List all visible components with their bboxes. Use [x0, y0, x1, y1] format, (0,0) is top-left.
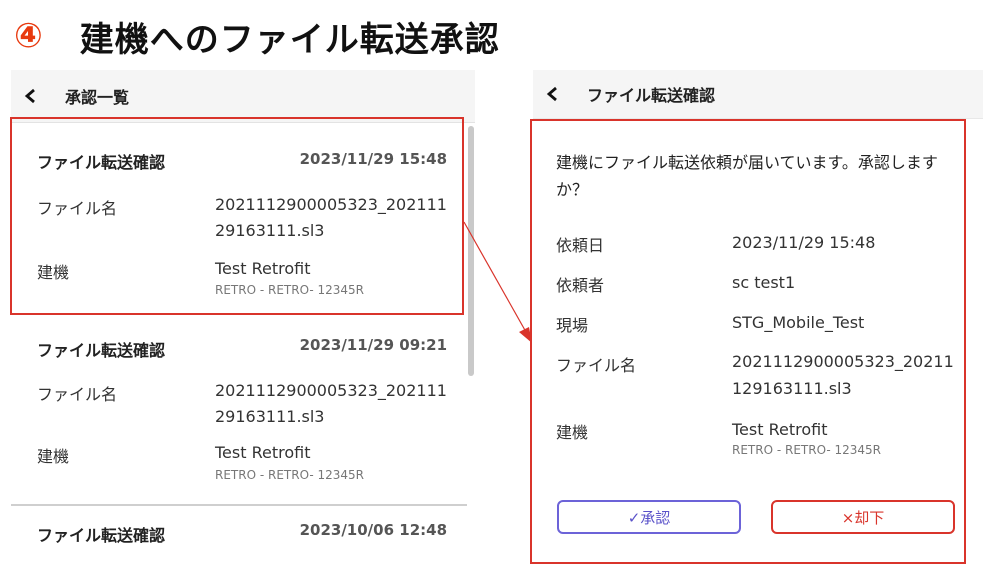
machine-sub: RETRO - RETRO- 12345R [215, 468, 365, 482]
machine-value: Test Retrofit [732, 420, 828, 439]
chevron-left-icon [546, 86, 557, 102]
back-button[interactable] [533, 86, 573, 102]
back-button[interactable] [11, 88, 51, 104]
approval-list-item[interactable]: ファイル転送確認 2023/10/06 12:48 [11, 508, 467, 568]
chevron-left-icon [24, 88, 35, 104]
confirm-message: 建機にファイル転送依頼が届いています。承認しますか？ [556, 153, 938, 199]
file-name-value: 2021112900005323_20211129163111.sl3 [215, 381, 447, 426]
item-title: ファイル転送確認 [37, 526, 166, 545]
file-name-label: ファイル名 [37, 385, 118, 404]
requester-value: sc test1 [732, 273, 796, 292]
machine-sub: RETRO - RETRO- 12345R [732, 443, 882, 457]
approval-list-header: 承認一覧 [11, 70, 475, 123]
approval-list-item[interactable]: ファイル転送確認 2023/11/29 09:21 ファイル名 20211129… [11, 320, 467, 500]
approve-button[interactable]: ✓承認 [557, 500, 741, 534]
highlight-box-left [10, 117, 464, 315]
approval-list-title: 承認一覧 [65, 88, 130, 107]
reject-button[interactable]: ×却下 [771, 500, 955, 534]
list-scrollbar[interactable] [468, 126, 474, 376]
requester-label: 依頼者 [556, 276, 605, 295]
list-divider [11, 504, 467, 506]
transfer-confirm-header-panel: ファイル転送確認 [533, 70, 983, 119]
step-number: ④ [14, 16, 44, 56]
site-label: 現場 [556, 316, 589, 335]
site-value: STG_Mobile_Test [732, 313, 865, 332]
request-date-label: 依頼日 [556, 236, 605, 255]
file-name-value: 2021112900005323_20211129163111.sl3 [732, 352, 954, 398]
transfer-confirm-title: ファイル転送確認 [587, 86, 716, 105]
request-date-value: 2023/11/29 15:48 [732, 233, 876, 252]
page-heading: ④ 建機へのファイル転送承認 [14, 14, 500, 60]
file-name-label: ファイル名 [556, 356, 637, 375]
item-date: 2023/10/06 12:48 [299, 521, 447, 539]
machine-label: 建機 [556, 423, 589, 442]
machine-value: Test Retrofit [215, 443, 311, 462]
item-title: ファイル転送確認 [37, 341, 166, 360]
transfer-confirm-header: ファイル転送確認 [533, 70, 983, 119]
machine-label: 建機 [37, 447, 70, 466]
heading-title: 建機へのファイル転送承認 [79, 19, 500, 60]
item-date: 2023/11/29 09:21 [299, 336, 447, 354]
